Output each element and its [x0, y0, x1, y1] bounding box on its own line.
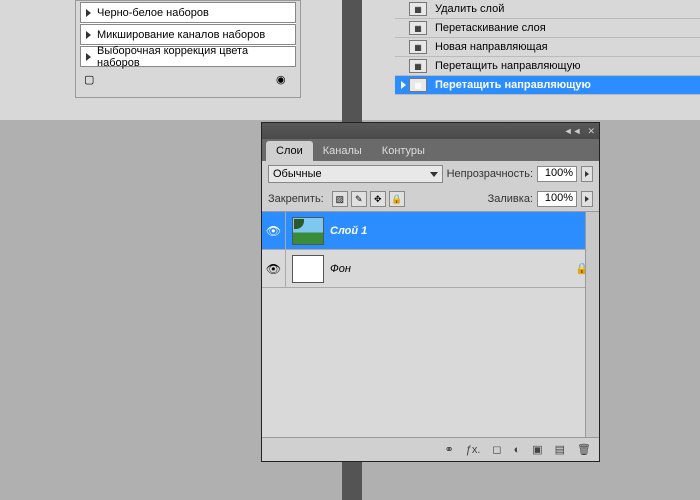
expand-icon [86, 53, 91, 61]
close-icon[interactable]: ✕ [587, 126, 595, 137]
clip-icon[interactable]: ▢ [84, 73, 100, 87]
layer-name[interactable]: Слой 1 [330, 225, 367, 237]
lock-label: Закрепить: [268, 193, 324, 205]
link-layers-icon[interactable]: ⚭ [445, 443, 454, 456]
layer-thumbnail[interactable] [292, 217, 324, 245]
mask-icon[interactable]: ◻ [492, 443, 501, 456]
layer-name[interactable]: Фон [330, 263, 351, 275]
adjustment-layer-icon[interactable]: ◐ [514, 444, 521, 456]
history-item[interactable]: ▦Перетащить направляющую [395, 76, 700, 95]
panel-titlebar[interactable]: ◄◄ ✕ [262, 123, 599, 139]
fill-label: Заливка: [488, 193, 533, 205]
adjustment-item[interactable]: Микширование каналов наборов [80, 24, 296, 45]
tab-paths[interactable]: Контуры [372, 141, 435, 161]
fill-input[interactable]: 100% [537, 191, 577, 207]
layer-row[interactable]: 👁 Слой 1 [262, 212, 599, 250]
adjustments-panel: Черно-белое наборов Микширование каналов… [75, 0, 301, 98]
tab-channels[interactable]: Каналы [313, 141, 372, 161]
fx-icon[interactable]: ƒx. [466, 444, 481, 456]
fill-slider-toggle[interactable] [581, 191, 593, 207]
new-layer-icon[interactable]: ▤ [555, 443, 565, 456]
chevron-down-icon [430, 172, 438, 177]
opacity-slider-toggle[interactable] [581, 166, 593, 182]
history-item[interactable]: ▦Новая направляющая [395, 38, 700, 57]
collapse-icon[interactable]: ◄◄ [564, 126, 582, 136]
expand-icon [86, 31, 91, 39]
expand-icon [86, 9, 91, 17]
layers-window: ◄◄ ✕ Слои Каналы Контуры Обычные Непрозр… [261, 122, 600, 462]
adjustment-item[interactable]: Черно-белое наборов [80, 2, 296, 23]
scrollbar[interactable] [585, 212, 599, 437]
lock-transparent-icon[interactable]: ▨ [332, 191, 348, 207]
delete-layer-icon[interactable]: 🗑 [577, 443, 591, 456]
history-step-icon: ▦ [409, 40, 427, 54]
lock-all-icon[interactable]: 🔒 [389, 191, 405, 207]
visibility-toggle[interactable]: 👁 [262, 212, 286, 249]
layers-list: 👁 Слой 1 👁 Фон 🔒 [262, 211, 599, 437]
opacity-input[interactable]: 100% [537, 166, 577, 182]
current-step-icon [401, 81, 406, 89]
view-icon[interactable]: ◉ [276, 73, 292, 87]
history-item[interactable]: ▦Удалить слой [395, 0, 700, 19]
history-step-icon: ▦ [409, 21, 427, 35]
tab-layers[interactable]: Слои [266, 141, 313, 161]
group-icon[interactable]: ▣ [532, 443, 542, 456]
panel-tabs: Слои Каналы Контуры [262, 139, 599, 161]
lock-paint-icon[interactable]: ✎ [351, 191, 367, 207]
adjustment-item[interactable]: Выборочная коррекция цвета наборов [80, 46, 296, 67]
lock-move-icon[interactable]: ✥ [370, 191, 386, 207]
layer-thumbnail[interactable] [292, 255, 324, 283]
history-item[interactable]: ▦Перетаскивание слоя [395, 19, 700, 38]
history-step-icon: ▦ [409, 78, 427, 92]
history-panel: ▦Удалить слой ▦Перетаскивание слоя ▦Нова… [395, 0, 700, 100]
history-step-icon: ▦ [409, 59, 427, 73]
layer-row[interactable]: 👁 Фон 🔒 [262, 250, 599, 288]
opacity-label: Непрозрачность: [447, 168, 533, 180]
history-step-icon: ▦ [409, 2, 427, 16]
history-item[interactable]: ▦Перетащить направляющую [395, 57, 700, 76]
visibility-toggle[interactable]: 👁 [262, 250, 286, 287]
layers-footer: ⚭ ƒx. ◻ ◐ ▣ ▤ 🗑 [262, 437, 599, 461]
blend-mode-select[interactable]: Обычные [268, 165, 443, 183]
